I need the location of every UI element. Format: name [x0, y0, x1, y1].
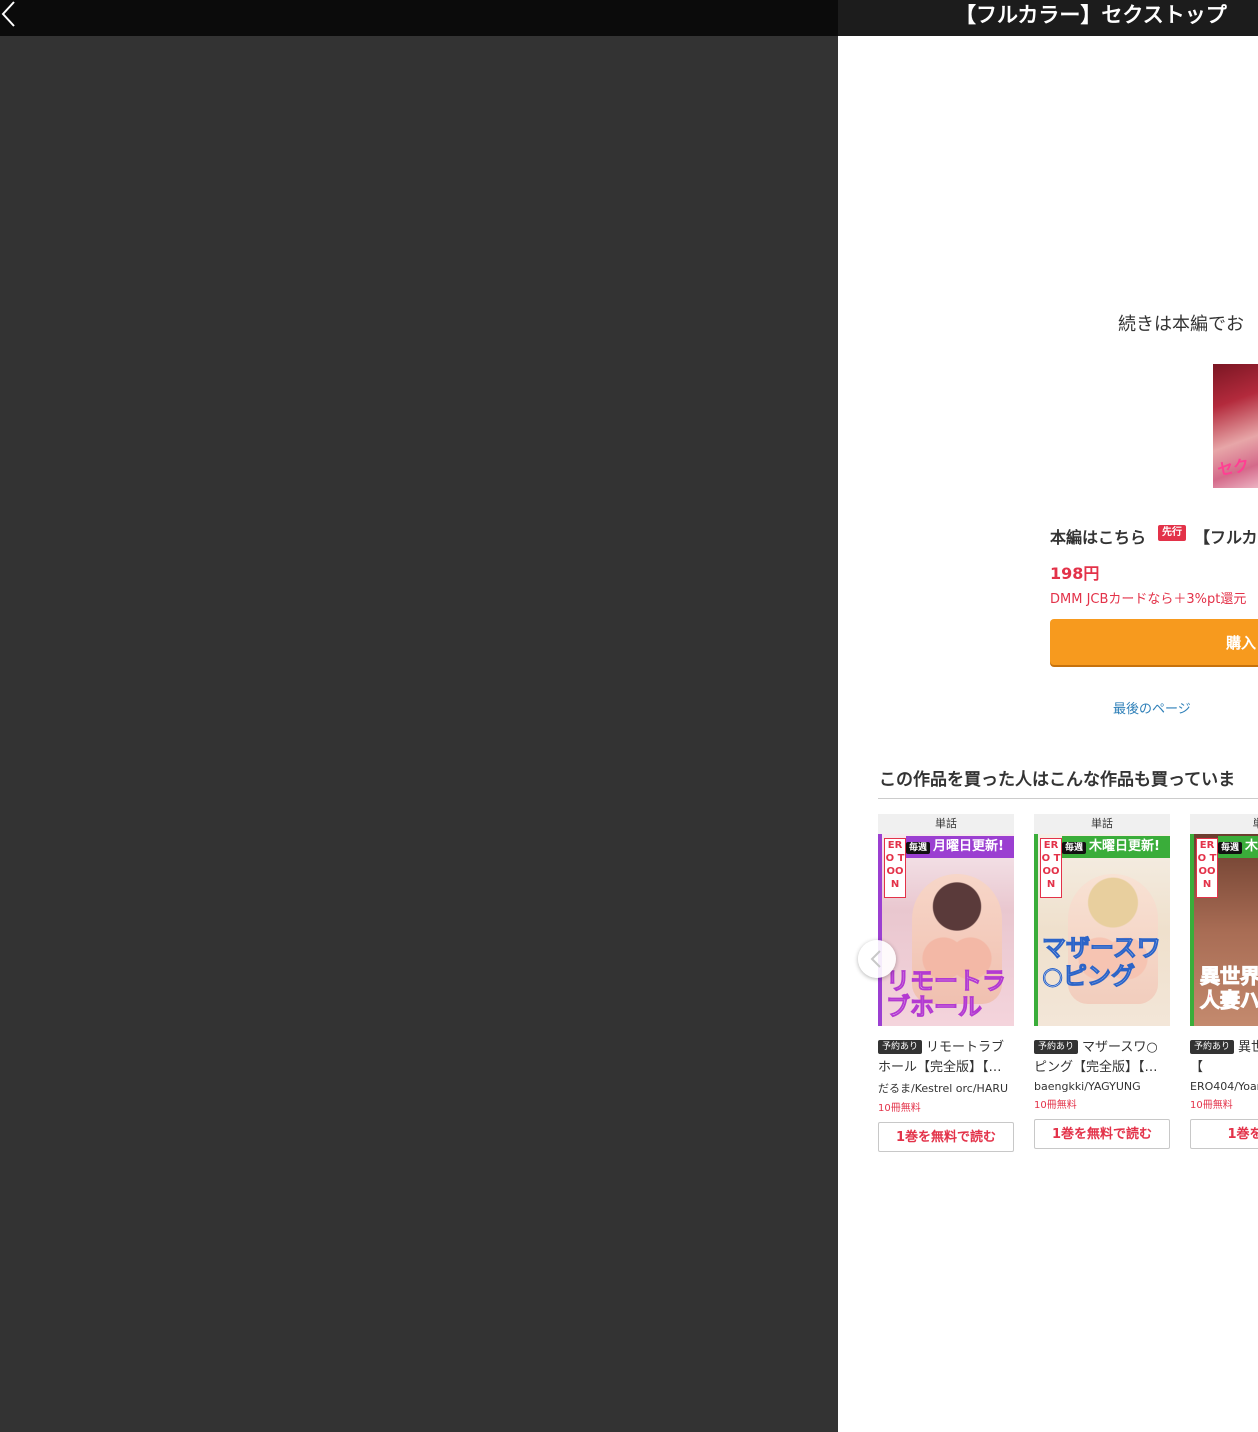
item-cover-image[interactable]: 毎週 木曜日更新! ERO TOON マザースワ○ピング: [1034, 834, 1170, 1026]
main-cover-image[interactable]: セク: [1213, 364, 1258, 488]
recommend-card[interactable]: 単 毎週木 ERO TOON 異世界人妻ハ 予約あり異世ハンター【 ERO404…: [1190, 814, 1258, 1149]
free-count: 10冊無料: [878, 1103, 921, 1114]
item-author[interactable]: だるま/Kestrel orc/HARU: [878, 1080, 1014, 1096]
last-page-link[interactable]: 最後のページ: [1113, 698, 1191, 717]
divider: [878, 798, 1258, 799]
update-banner: 毎週 木曜日更新!: [1062, 836, 1170, 858]
item-type-tag: 単話: [1034, 814, 1170, 834]
continue-message: 続きは本編でお: [1118, 314, 1244, 335]
free-count: 10冊無料: [1034, 1100, 1077, 1111]
item-cover-image[interactable]: 毎週 月曜日更新! ERO TOON リモートラブホール: [878, 834, 1014, 1026]
weekly-label: 毎週: [906, 842, 931, 854]
item-type-tag: 単: [1190, 814, 1258, 834]
item-author[interactable]: ERO404/Yoan: [1190, 1080, 1258, 1093]
item-title[interactable]: 予約あり リモートラブホール【完全版】【…: [878, 1038, 1014, 1078]
eroton-logo: ERO TOON: [1196, 838, 1218, 898]
cover-title-art: 異世界人妻ハ: [1200, 964, 1258, 1013]
eroton-logo: ERO TOON: [884, 838, 906, 898]
cover-text: セク: [1215, 455, 1251, 480]
price: 198円: [1050, 564, 1100, 583]
weekly-label: 毎週: [1218, 842, 1243, 854]
reserve-badge: 予約あり: [1034, 1040, 1079, 1054]
free-count: 10冊無料: [1190, 1100, 1233, 1111]
page-title: 【フルカラー】セクストップ: [955, 3, 1227, 27]
weekly-label: 毎週: [1062, 842, 1087, 854]
recommend-heading: この作品を買った人はこんな作品も買っていま: [879, 770, 1236, 790]
cover-title-art: リモートラブホール: [886, 967, 1007, 1021]
chevron-left-icon: [870, 950, 881, 968]
jcb-point-note[interactable]: DMM JCBカードなら＋3%pt還元: [1050, 588, 1246, 607]
main-work-label: 本編はこちら: [1050, 528, 1147, 547]
item-cover-image[interactable]: 毎週木 ERO TOON 異世界人妻ハ: [1190, 834, 1258, 1026]
buy-button[interactable]: 購入: [1050, 619, 1258, 665]
item-title[interactable]: 予約あり マザースワ○ピング【完全版】【…: [1034, 1038, 1170, 1078]
carousel-prev-button[interactable]: [858, 940, 896, 978]
reserve-badge: 予約あり: [878, 1040, 923, 1054]
back-button[interactable]: [0, 0, 30, 30]
buy-button-label: 購入: [1226, 634, 1257, 652]
reserve-badge: 予約あり: [1190, 1040, 1235, 1054]
read-free-button[interactable]: 1巻を無料で読む: [878, 1122, 1014, 1152]
recommend-card[interactable]: 単話 毎週 木曜日更新! ERO TOON マザースワ○ピング 予約あり マザースワ…: [1034, 814, 1170, 1149]
update-day: 木: [1245, 839, 1258, 854]
chevron-left-icon: [1, 1, 15, 27]
update-banner: 毎週木: [1218, 836, 1258, 858]
recommend-card[interactable]: 単話 毎週 月曜日更新! ERO TOON リモートラブホール 予約あり リモートラ…: [878, 814, 1014, 1152]
early-release-badge: 先行: [1158, 525, 1186, 541]
update-banner: 毎週 月曜日更新!: [906, 836, 1014, 858]
item-author[interactable]: baengkki/YAGYUNG: [1034, 1080, 1170, 1093]
read-free-button[interactable]: 1巻を無料で読む: [1034, 1119, 1170, 1149]
update-day: 木曜日更新!: [1089, 839, 1160, 854]
item-title[interactable]: 予約あり異世ハンター【: [1190, 1038, 1258, 1078]
cover-title-art: マザースワ○ピング: [1042, 934, 1162, 991]
item-type-tag: 単話: [878, 814, 1014, 834]
update-day: 月曜日更新!: [933, 839, 1004, 854]
eroton-logo: ERO TOON: [1040, 838, 1062, 898]
end-page-panel: 続きは本編でお セク 本編はこちら 先行 【フルカ 198円 DMM JCBカー…: [838, 36, 1258, 1432]
read-free-button[interactable]: 1巻を無料: [1190, 1119, 1258, 1149]
main-work-title[interactable]: 【フルカ: [1194, 524, 1258, 548]
